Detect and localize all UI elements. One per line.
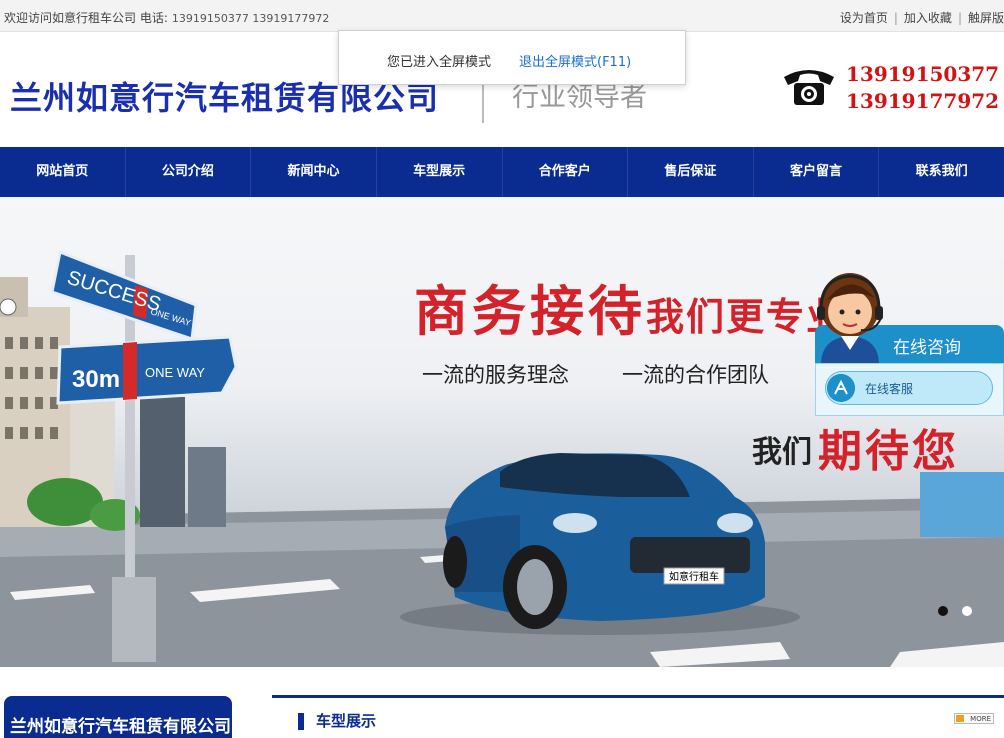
fullscreen-message: 您已进入全屏模式 xyxy=(387,55,492,70)
section-title-bar xyxy=(298,713,304,730)
sign-one-way-text: ONE WAY xyxy=(145,365,205,380)
banner-subtitle-2: 一流的合作团队 xyxy=(622,363,769,387)
online-consult-widget: 在线咨询 在线客服 xyxy=(815,270,1004,416)
add-favorite-link[interactable]: 加入收藏 xyxy=(904,11,952,25)
nav-item-messages[interactable]: 客户留言 xyxy=(754,147,880,197)
left-section-title: 兰州如意行汽车租赁有限公司 xyxy=(4,696,232,738)
nav-item-about[interactable]: 公司介绍 xyxy=(126,147,252,197)
welcome-label: 欢迎访问如意行租车公司 电话: xyxy=(4,11,168,25)
nav-item-cars[interactable]: 车型展示 xyxy=(377,147,503,197)
chat-title: 在线咨询 xyxy=(893,338,961,358)
sign-30m-text: 30m xyxy=(72,366,120,393)
exit-fullscreen-link[interactable]: 退出全屏模式(F11) xyxy=(519,51,631,70)
car-models-title: 车型展示 xyxy=(316,712,377,730)
more-button[interactable]: MORE xyxy=(954,713,994,724)
nav-item-after-sales[interactable]: 售后保证 xyxy=(628,147,754,197)
chat-service-icon xyxy=(827,374,855,402)
top-links: 设为首页 | 加入收藏 | 触屏版 xyxy=(839,11,1004,25)
banner-subtitle-1: 一流的服务理念 xyxy=(422,363,569,387)
telephone-icon xyxy=(784,70,834,105)
fullscreen-notice: 您已进入全屏模式 退出全屏模式(F11) xyxy=(338,30,686,85)
topbar-phones: 13919150377 13919177972 xyxy=(171,12,330,25)
customer-service-avatar-icon xyxy=(817,273,883,365)
slider-dots xyxy=(938,601,986,620)
online-service-label[interactable]: 在线客服 xyxy=(865,380,913,397)
hotline-numbers: 13919150377 13919177972 xyxy=(846,61,999,115)
slider-dot-2[interactable] xyxy=(962,606,972,616)
nav-item-contact[interactable]: 联系我们 xyxy=(879,147,1004,197)
license-plate-text: 如意行租车 xyxy=(669,570,719,583)
mobile-version-link[interactable]: 触屏版 xyxy=(968,11,1004,25)
hotline-number-1: 13919150377 xyxy=(846,62,1000,86)
set-homepage-link[interactable]: 设为首页 xyxy=(840,11,888,25)
page: 欢迎访问如意行租车公司 电话: 13919150377 13919177972 设… xyxy=(0,0,1004,738)
slider-dot-1[interactable] xyxy=(938,606,948,616)
banner-wait-big: 期待您 xyxy=(818,426,959,477)
main-nav: 网站首页 公司介绍 新闻中心 车型展示 合作客户 售后保证 客户留言 联系我们 xyxy=(0,147,1004,197)
car-models-section: 车型展示 MORE xyxy=(272,695,1004,738)
top-bar: 欢迎访问如意行租车公司 电话: 13919150377 13919177972 设… xyxy=(0,0,1004,32)
banner-wait-small: 我们 xyxy=(752,435,812,470)
hotline-number-2: 13919177972 xyxy=(846,89,1000,113)
nav-item-partners[interactable]: 合作客户 xyxy=(503,147,629,197)
welcome-text: 欢迎访问如意行租车公司 电话: 13919150377 13919177972 xyxy=(4,9,329,26)
banner-headline: 商务接待我们更专业! xyxy=(414,267,865,346)
nav-item-news[interactable]: 新闻中心 xyxy=(251,147,377,197)
hero-banner[interactable]: SUCCESS 30m ONE WAY ONE WAY 如意行租车 商务接待我们… xyxy=(0,197,1004,667)
nav-item-home[interactable]: 网站首页 xyxy=(0,147,126,197)
banner-headline-big: 商务接待 xyxy=(414,279,646,343)
